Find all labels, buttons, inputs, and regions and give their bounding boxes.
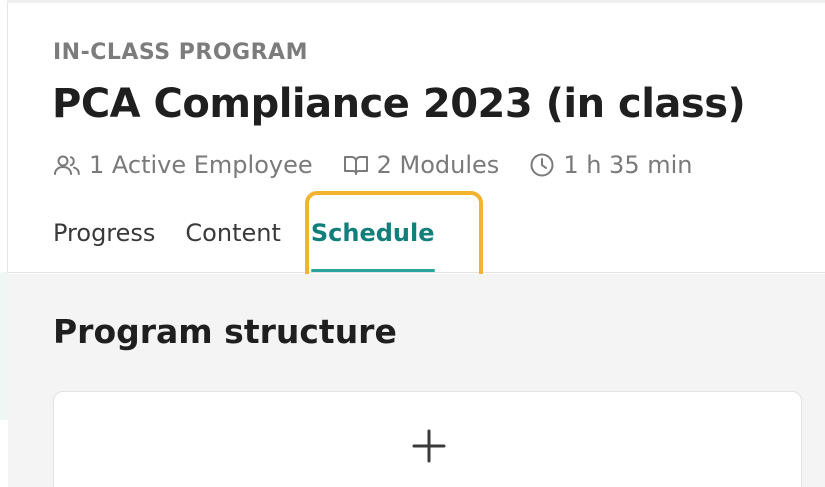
tab-schedule-label: Schedule — [310, 219, 435, 247]
employees-count: 1 Active Employee — [89, 151, 313, 179]
program-tabs: Progress Content Schedule — [53, 217, 465, 273]
add-structure-button[interactable] — [53, 391, 802, 487]
active-tab-indicator — [310, 269, 435, 272]
plus-icon — [412, 429, 446, 463]
page-title: PCA Compliance 2023 (in class) — [52, 81, 746, 127]
program-meta: 1 Active Employee 2 Modules 1 h 35 min — [53, 151, 692, 179]
clock-icon — [530, 153, 554, 177]
app-page: IN-CLASS PROGRAM PCA Compliance 2023 (in… — [0, 0, 825, 487]
tab-progress[interactable]: Progress — [53, 217, 155, 247]
users-icon — [54, 155, 80, 175]
meta-modules: 2 Modules — [343, 151, 500, 179]
modules-count: 2 Modules — [376, 151, 500, 179]
section-title: Program structure — [53, 312, 397, 351]
meta-duration: 1 h 35 min — [529, 151, 692, 179]
book-open-icon — [343, 156, 368, 175]
duration-value: 1 h 35 min — [563, 151, 693, 179]
meta-employees: 1 Active Employee — [53, 151, 313, 179]
program-type-label: IN-CLASS PROGRAM — [53, 40, 308, 65]
tab-content[interactable]: Content — [185, 217, 280, 247]
main-content: Program structure — [8, 274, 825, 487]
program-header: IN-CLASS PROGRAM PCA Compliance 2023 (in… — [8, 3, 825, 273]
tab-schedule[interactable]: Schedule — [310, 217, 435, 272]
